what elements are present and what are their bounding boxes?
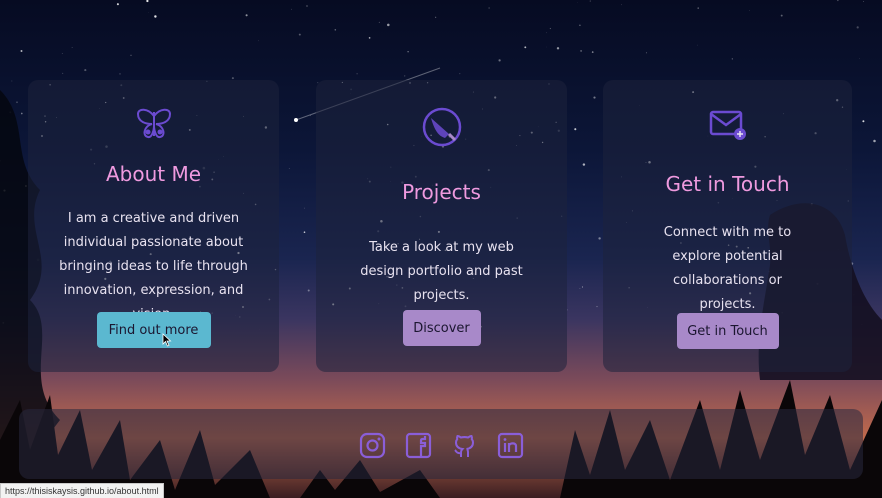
star	[596, 306, 598, 308]
star	[589, 0, 591, 2]
projects-card: Projects Take a look at my web design po…	[316, 80, 567, 372]
star	[524, 46, 527, 49]
star	[307, 289, 310, 292]
star	[696, 44, 698, 46]
star	[498, 59, 501, 62]
star	[148, 12, 150, 13]
instagram-icon[interactable]	[359, 432, 386, 459]
star	[16, 101, 18, 104]
star	[697, 7, 699, 9]
github-icon[interactable]	[451, 432, 478, 459]
star	[579, 287, 581, 289]
star	[459, 73, 461, 75]
mail-icon	[707, 106, 749, 148]
star	[154, 15, 157, 18]
star	[288, 168, 290, 169]
star	[306, 5, 308, 7]
star	[62, 72, 64, 74]
star	[71, 47, 73, 48]
footer	[19, 409, 863, 479]
star	[645, 52, 647, 54]
card-description: I am a creative and driven individual pa…	[59, 211, 248, 322]
star	[404, 75, 406, 77]
star	[146, 0, 149, 3]
star	[435, 16, 437, 18]
star	[580, 49, 583, 52]
star	[582, 163, 586, 166]
star	[862, 120, 865, 123]
card-title: About Me	[105, 162, 202, 186]
mouse-cursor-icon	[162, 333, 172, 347]
star	[245, 14, 248, 17]
star	[298, 33, 301, 36]
star	[556, 47, 560, 50]
star	[780, 14, 783, 17]
star	[859, 58, 860, 59]
get-in-touch-card: Get in Touch Connect with me to explore …	[603, 80, 852, 372]
star	[368, 37, 371, 39]
star	[11, 80, 13, 82]
star	[116, 3, 119, 6]
link-status-bar: https://thisiskaysis.github.io/about.htm…	[0, 483, 164, 498]
star	[574, 128, 577, 131]
star	[863, 1, 864, 3]
star	[61, 53, 63, 54]
star	[387, 23, 390, 27]
get-in-touch-button[interactable]: Get in Touch	[676, 313, 779, 349]
star	[837, 0, 839, 2]
star	[579, 24, 581, 27]
star	[304, 207, 305, 209]
star	[378, 21, 380, 23]
star	[621, 4, 622, 6]
star	[119, 73, 121, 75]
star	[303, 231, 306, 234]
paintbrush-icon	[421, 106, 463, 152]
star	[231, 77, 234, 80]
star	[20, 50, 23, 52]
butterfly-icon	[134, 106, 174, 144]
facebook-icon[interactable]	[405, 432, 432, 459]
star	[598, 237, 601, 240]
star	[546, 32, 547, 34]
star	[407, 50, 409, 53]
star	[84, 69, 87, 72]
card-description: Take a look at my web design portfolio a…	[360, 240, 523, 303]
card-title: Get in Touch	[665, 172, 790, 196]
star	[334, 29, 337, 31]
card-title: Projects	[402, 180, 481, 204]
star	[856, 26, 859, 29]
star	[873, 139, 876, 143]
about-me-card: About Me I am a creative and driven indi…	[28, 80, 279, 372]
star	[258, 40, 259, 42]
star	[488, 7, 490, 9]
star	[549, 27, 552, 30]
card-description: Connect with me to explore potential col…	[663, 225, 792, 312]
star	[130, 54, 132, 56]
star	[593, 96, 596, 99]
star	[581, 286, 583, 288]
star	[291, 8, 292, 10]
star	[356, 73, 358, 75]
star	[567, 309, 568, 311]
star	[591, 51, 594, 53]
find-out-more-button[interactable]: Find out more	[96, 312, 211, 348]
star	[20, 112, 23, 115]
linkedin-icon[interactable]	[497, 432, 524, 459]
star	[731, 58, 733, 60]
discover-button[interactable]: Discover	[402, 310, 481, 346]
